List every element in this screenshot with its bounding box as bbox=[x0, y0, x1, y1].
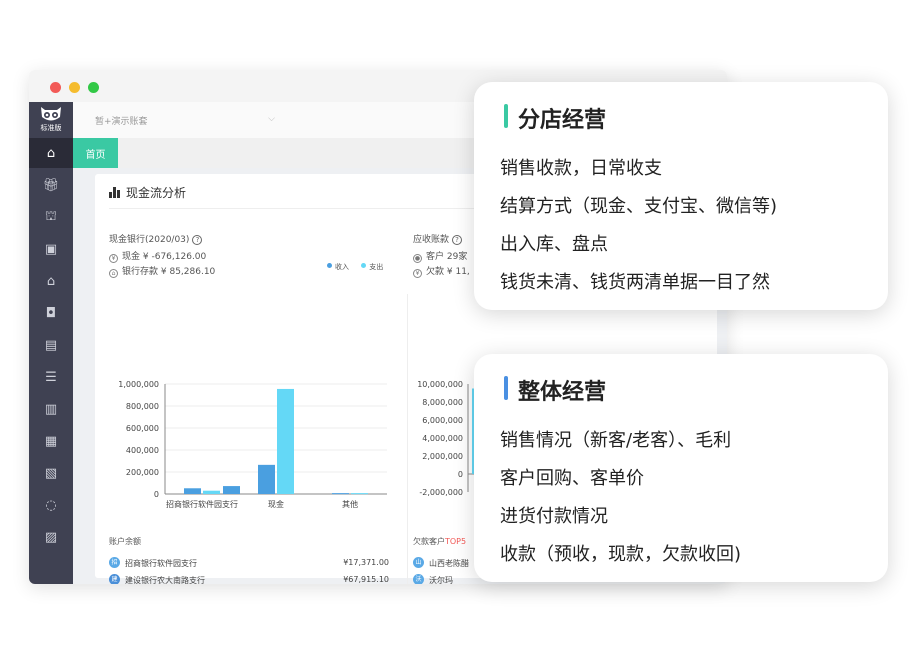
tab-home[interactable]: 首页 bbox=[73, 138, 118, 168]
y-tick-label: 1,000,000 bbox=[118, 380, 159, 389]
callout-branch-operations: 分店经营 销售收款，日常收支 结算方式（现金、支付宝、微信等) 出入库、盘点 钱… bbox=[474, 82, 888, 310]
x-tick-label: 其他 bbox=[342, 499, 358, 509]
customer-summary: ● 客户 29家 bbox=[413, 252, 468, 263]
shopping-bag-icon[interactable]: ▣ bbox=[29, 234, 73, 264]
close-window-button[interactable] bbox=[50, 82, 61, 93]
account-name: 建设银行农大南路支行 bbox=[125, 576, 205, 584]
cash-bank-heading: 现金银行(2020/03)? bbox=[109, 232, 203, 245]
debtor-badge-icon: 沃 bbox=[413, 574, 424, 584]
store-icon[interactable]: ⛫ bbox=[29, 202, 73, 232]
income-legend-label: 收入 bbox=[335, 263, 349, 271]
y-tick-label: 6,000,000 bbox=[422, 416, 463, 425]
y-tick-label: 4,000,000 bbox=[422, 434, 463, 443]
owed-summary: ¥ 欠款 ¥ 11, bbox=[413, 264, 470, 278]
y-tick-label: 600,000 bbox=[126, 424, 159, 433]
account-set-select[interactable]: 暂+演示账套 ⌵ bbox=[95, 114, 275, 130]
chevron-down-icon: ⌵ bbox=[268, 114, 275, 124]
help-icon[interactable]: ? bbox=[192, 235, 203, 245]
callout-line: 出入库、盘点 bbox=[500, 234, 608, 255]
coins-icon[interactable]: ☰ bbox=[29, 362, 73, 392]
callout-title: 分店经营 bbox=[518, 108, 607, 133]
minimize-window-button[interactable] bbox=[69, 82, 80, 93]
callout-line: 进货付款情况 bbox=[500, 506, 608, 527]
notes-icon[interactable]: ▨ bbox=[29, 522, 73, 552]
bar-expense bbox=[277, 388, 294, 494]
bar-income bbox=[258, 464, 275, 494]
money-bag-icon[interactable]: ◘ bbox=[29, 298, 73, 328]
debtor-name: 山西老陈醋 bbox=[429, 559, 469, 568]
receivables-heading: 应收账款? bbox=[413, 232, 463, 245]
report-icon[interactable]: ▧ bbox=[29, 458, 73, 488]
account-balance-heading: 账户余额 bbox=[109, 537, 141, 546]
account-set-value: 暂+演示账套 bbox=[95, 117, 148, 127]
account-name: 招商银行软件园支行 bbox=[125, 559, 197, 568]
bar-chart-icon bbox=[109, 187, 121, 198]
card-title-text: 现金流分析 bbox=[126, 186, 187, 200]
income-legend-dot bbox=[327, 263, 332, 268]
card-title: 现金流分析 bbox=[109, 184, 186, 201]
logo: 标准版 bbox=[29, 102, 73, 138]
sidebar: 标准版 ⌂ 🎁︎ ⛫ ▣ ⌂ ◘ ▤ ☰ ▥ ▦ ▧ ◌ ▨ bbox=[29, 102, 73, 584]
x-tick-label: 现金 bbox=[268, 499, 284, 509]
callout-overall-operations: 整体经营 销售情况（新客/老客）、毛利 客户回购、客单价 进货付款情况 收款（预… bbox=[474, 354, 888, 582]
callout-title: 整体经营 bbox=[518, 380, 607, 405]
callout-line: 结算方式（现金、支付宝、微信等) bbox=[500, 196, 778, 217]
bank-icon: ⌂ bbox=[109, 269, 118, 278]
y-tick-label: 2,000,000 bbox=[422, 452, 463, 461]
account-amount: ¥67,915.10 bbox=[343, 575, 389, 584]
deposit-summary: ⌂ 银行存款 ¥ 85,286.10 bbox=[109, 264, 215, 278]
bar-expense bbox=[203, 490, 220, 494]
callout-line: 销售收款，日常收支 bbox=[500, 158, 662, 179]
account-badge-icon: 建 bbox=[109, 574, 120, 584]
bar-income bbox=[223, 486, 240, 494]
y-tick-label: 400,000 bbox=[126, 446, 159, 455]
callout-line: 收款（预收，现款，欠款收回) bbox=[500, 544, 742, 565]
callout-line: 销售情况（新客/老客）、毛利 bbox=[500, 430, 732, 451]
cash-bank-chart: 1,000,000 800,000 600,000 400,000 200,000 0 招商… bbox=[118, 380, 387, 509]
bar-expense bbox=[351, 493, 368, 495]
yen-icon: ¥ bbox=[109, 254, 118, 263]
gift-icon[interactable]: 🎁︎ bbox=[29, 170, 73, 200]
person-icon: ● bbox=[413, 254, 422, 263]
y-tick-label: 200,000 bbox=[126, 468, 159, 477]
book-icon[interactable]: ▥ bbox=[29, 394, 73, 424]
help-icon[interactable]: ? bbox=[452, 235, 463, 245]
clipboard-icon[interactable]: ▦ bbox=[29, 426, 73, 456]
y-tick-label: 0 bbox=[154, 490, 159, 499]
bar-income bbox=[184, 488, 201, 494]
y-tick-label: 0 bbox=[458, 470, 463, 479]
chart-legend: 收入 支出 bbox=[327, 262, 383, 272]
receivables-chart: 10,000,000 8,000,000 6,000,000 4,000,000 2,0… bbox=[417, 380, 475, 497]
owl-logo-icon bbox=[41, 107, 61, 121]
callout-line: 客户回购、客单价 bbox=[500, 468, 644, 489]
debtor-badge-icon: 山 bbox=[413, 557, 424, 568]
maximize-window-button[interactable] bbox=[88, 82, 99, 93]
y-tick-label: -2,000,000 bbox=[419, 488, 463, 497]
coin-icon: ¥ bbox=[413, 269, 422, 278]
y-tick-label: 800,000 bbox=[126, 402, 159, 411]
callout-line: 钱货未清、钱货两清单据一目了然 bbox=[500, 272, 770, 293]
account-amount: ¥17,371.00 bbox=[343, 558, 389, 567]
debtor-name: 沃尔玛 bbox=[429, 576, 453, 584]
y-tick-label: 10,000,000 bbox=[417, 380, 463, 389]
account-balance-row[interactable]: 招招商银行软件园支行 ¥17,371.00 bbox=[109, 556, 389, 572]
sync-icon[interactable]: ◌ bbox=[29, 490, 73, 520]
account-balance-row[interactable]: 建建设银行农大南路支行 ¥67,915.10 bbox=[109, 573, 389, 584]
edition-label: 标准版 bbox=[40, 124, 62, 132]
cash-summary: ¥ 现金 ¥ -676,126.00 bbox=[109, 249, 206, 263]
x-tick-label: 招商银行软件园支行 bbox=[166, 499, 238, 509]
expense-legend-label: 支出 bbox=[369, 263, 384, 271]
account-badge-icon: 招 bbox=[109, 557, 120, 568]
expense-legend-dot bbox=[361, 263, 367, 268]
bar-income bbox=[332, 493, 349, 495]
warehouse-icon[interactable]: ⌂ bbox=[29, 266, 73, 296]
debtors-heading: 欠款客户TOP5 bbox=[413, 537, 467, 546]
y-tick-label: 8,000,000 bbox=[422, 398, 463, 407]
home-icon[interactable]: ⌂ bbox=[29, 138, 73, 168]
ledger-icon[interactable]: ▤ bbox=[29, 330, 73, 360]
stage: 标准版 ⌂ 🎁︎ ⛫ ▣ ⌂ ◘ ▤ ☰ ▥ ▦ ▧ ◌ ▨ 暂+演示账套 ⌵ … bbox=[0, 0, 920, 660]
